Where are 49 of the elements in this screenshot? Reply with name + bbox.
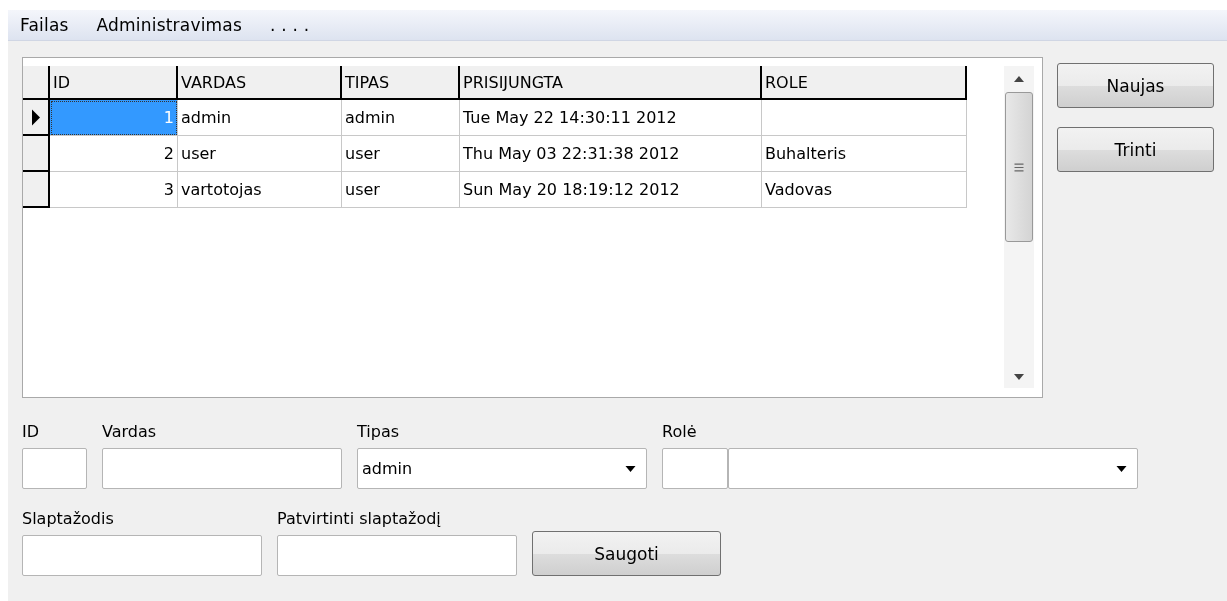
row-indicator[interactable] [23,100,50,136]
table-cell: Sun May 20 18:19:12 2012 [460,172,762,208]
column-header[interactable]: VARDAS [178,66,342,100]
row-indicator[interactable] [23,136,50,172]
toolbar-button[interactable]: Naujas [1057,63,1214,108]
password-field[interactable] [22,535,262,576]
caret-icon [1116,465,1127,472]
table-cell: user [342,172,460,208]
save-button[interactable]: Saugoti [532,531,721,576]
password-field[interactable] [277,535,517,576]
table-cell: 1 [50,100,178,136]
type-dropdown[interactable]: admin [357,448,647,489]
table-cell: Tue May 22 14:30:11 2012 [460,100,762,136]
menu-item[interactable]: . . . . [270,15,310,35]
id-field[interactable] [22,448,87,489]
table-cell: Thu May 03 22:31:38 2012 [460,136,762,172]
caret-icon [625,465,636,472]
scroll-down-icon[interactable] [1014,374,1024,380]
menu-item[interactable]: Administravimas [96,15,242,35]
scrollbar[interactable] [1004,66,1034,388]
column-header[interactable]: ID [50,66,178,100]
scroll-up-icon[interactable] [1014,76,1024,82]
table-cell: vartotojas [178,172,342,208]
field-label: Tipas [357,422,401,442]
scroll-thumb[interactable] [1005,92,1033,242]
field-label: ID [22,422,41,442]
role-dropdown[interactable] [728,448,1138,489]
field-label: Slaptažodis [22,509,115,529]
toolbar-button[interactable]: Trinti [1057,127,1214,172]
table-cell: user [178,136,342,172]
row-indicator[interactable] [23,172,50,208]
field-label: Patvirtinti slaptažodį [277,509,442,529]
column-header[interactable]: ROLE [762,66,967,100]
header-corner [23,66,50,100]
table-cell: admin [178,100,342,136]
column-header[interactable]: PRISIJUNGTA [460,66,762,100]
field-label: Rolė [662,422,698,442]
current-row-icon [30,108,41,126]
role-id-field[interactable] [662,448,728,489]
table-cell: 3 [50,172,178,208]
table-cell: Vadovas [762,172,967,208]
column-header[interactable]: TIPAS [342,66,460,100]
table-cell: Buhalteris [762,136,967,172]
name-field[interactable] [102,448,342,489]
table-cell: user [342,136,460,172]
menu-item[interactable]: Failas [20,15,69,35]
table-cell: 2 [50,136,178,172]
table-cell: admin [342,100,460,136]
field-label: Vardas [102,422,158,442]
